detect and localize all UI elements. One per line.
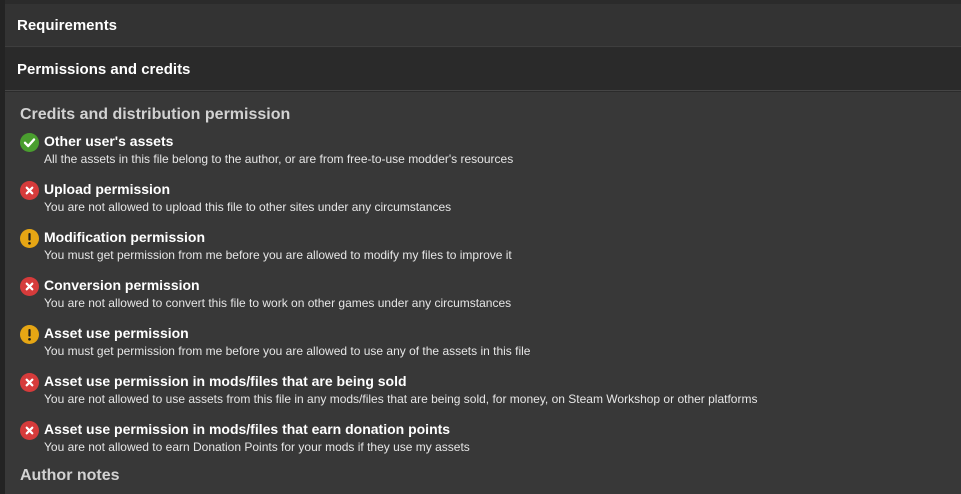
- exclamation-icon: [20, 229, 39, 248]
- mod-page: Requirements Permissions and credits Cre…: [0, 0, 961, 494]
- permission-title: Asset use permission in mods/files that …: [44, 421, 451, 437]
- permission-title: Asset use permission: [44, 325, 189, 341]
- permission-item-asset-use-sold: Asset use permission in mods/files that …: [20, 372, 950, 412]
- permission-description: You must get permission from me before y…: [44, 344, 531, 358]
- credits-section-title: Credits and distribution permission: [20, 106, 291, 123]
- permission-title: Modification permission: [44, 229, 206, 245]
- permission-title: Asset use permission in mods/files that …: [44, 373, 407, 389]
- permissions-label: Permissions and credits: [17, 60, 191, 78]
- check-icon: [20, 133, 39, 152]
- requirements-label: Requirements: [17, 16, 118, 34]
- permission-item-upload: Upload permission You are not allowed to…: [20, 180, 950, 220]
- permission-description: You are not allowed to use assets from t…: [44, 392, 758, 406]
- permission-item-modification: Modification permission You must get per…: [20, 228, 950, 268]
- permissions-content: Credits and distribution permission Othe…: [5, 92, 961, 494]
- cross-icon: [20, 277, 39, 296]
- permission-item-conversion: Conversion permission You are not allowe…: [20, 276, 950, 316]
- permission-description: You are not allowed to convert this file…: [44, 296, 512, 310]
- permission-description: You must get permission from me before y…: [44, 248, 512, 262]
- permissions-accordion-header[interactable]: Permissions and credits: [5, 48, 961, 91]
- permission-title: Upload permission: [44, 181, 171, 197]
- cross-icon: [20, 181, 39, 200]
- exclamation-icon: [20, 325, 39, 344]
- permission-title: Conversion permission: [44, 277, 200, 293]
- cross-icon: [20, 373, 39, 392]
- permission-item-asset-use-donation: Asset use permission in mods/files that …: [20, 420, 950, 460]
- permission-description: All the assets in this file belong to th…: [44, 152, 514, 166]
- permission-title: Other user's assets: [44, 133, 174, 149]
- requirements-accordion-header[interactable]: Requirements: [5, 4, 961, 47]
- permission-item-other-users-assets: Other user's assets All the assets in th…: [20, 132, 950, 172]
- author-notes-title: Author notes: [20, 467, 120, 484]
- permission-description: You are not allowed to earn Donation Poi…: [44, 440, 470, 454]
- permission-item-asset-use: Asset use permission You must get permis…: [20, 324, 950, 364]
- permission-description: You are not allowed to upload this file …: [44, 200, 452, 214]
- cross-icon: [20, 421, 39, 440]
